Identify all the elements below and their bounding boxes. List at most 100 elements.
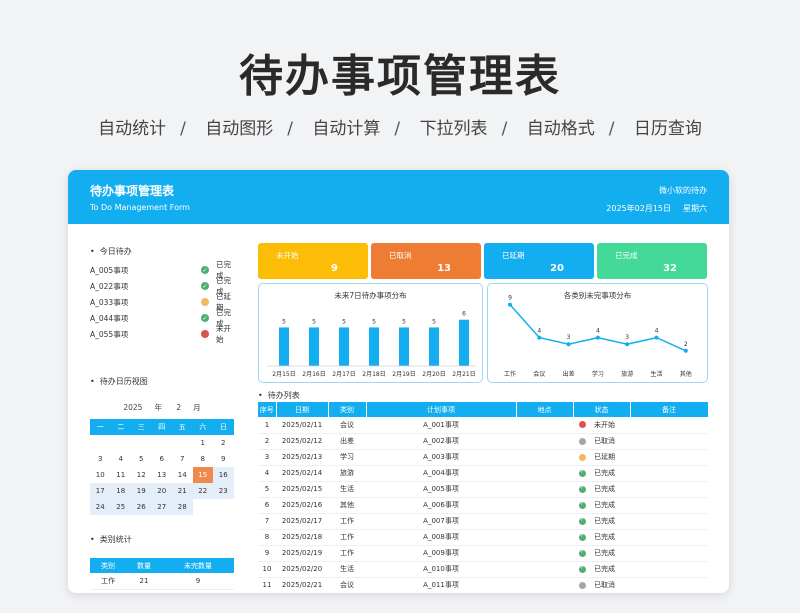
x-tick-label: 学习 [592, 370, 604, 378]
table-row[interactable]: 2 2025/02/12 出差 A_002事项 已取消 [258, 433, 708, 450]
stat-card[interactable]: 已延期 20 [484, 243, 594, 279]
row-status[interactable]: 已取消 [573, 577, 630, 593]
calendar-day[interactable]: 11 [111, 467, 132, 483]
column-header: 数量 [126, 558, 162, 573]
row-note[interactable] [630, 465, 708, 482]
row-note[interactable] [630, 577, 708, 593]
row-status[interactable]: 已延期 [573, 449, 630, 466]
row-category: 会议 [328, 417, 366, 434]
calendar-day[interactable]: 21 [172, 483, 193, 499]
calendar-day[interactable]: 10 [90, 467, 111, 483]
stat-card[interactable]: 已完成 32 [597, 243, 707, 279]
calendar-day[interactable]: 13 [152, 467, 173, 483]
calendar-month-selector[interactable]: 2025 年 2 月 [90, 402, 234, 413]
row-status[interactable]: 已取消 [573, 433, 630, 450]
table-row[interactable]: 82025/02/18工作A_008事项 已完成 [258, 529, 708, 546]
status-text: 未开始 [594, 420, 615, 429]
stat-value: 13 [437, 263, 451, 274]
row-place [516, 481, 573, 498]
feature-item: 自动格式 [526, 119, 595, 139]
row-note[interactable] [630, 417, 708, 434]
calendar-day[interactable]: 12 [131, 467, 152, 483]
calendar-day[interactable]: 1 [193, 435, 214, 451]
feature-separator: / [608, 119, 615, 139]
bar [459, 319, 469, 366]
status-dot-icon [579, 501, 586, 509]
stat-card[interactable]: 未开始 9 [258, 243, 368, 279]
category-section-title: 类别统计 [90, 534, 132, 545]
status-dot-icon [579, 581, 586, 589]
row-note[interactable] [630, 529, 708, 546]
row-status[interactable]: 未开始 [573, 417, 630, 434]
table-row[interactable]: 102025/02/20生活A_010事项 已完成 [258, 561, 708, 578]
calendar-day[interactable]: 17 [90, 483, 111, 499]
calendar-day[interactable]: 23 [213, 483, 234, 499]
status-dot-icon: ✓ [201, 266, 209, 274]
bar [339, 327, 349, 366]
feature-list: 自动统计 / 自动图形 / 自动计算 / 下拉列表 / 自动格式 / 日历查询 [0, 114, 800, 139]
row-status[interactable]: 已完成 [573, 465, 630, 482]
row-note[interactable] [630, 449, 708, 466]
calendar-day[interactable]: 2 [213, 435, 234, 451]
calendar-day[interactable]: 28 [172, 499, 193, 515]
calendar-day[interactable]: 24 [90, 499, 111, 515]
current-date: 2025年02月15日 星期六 [594, 203, 707, 214]
today-item[interactable]: A_055事项 未开始 [90, 324, 238, 344]
row-status[interactable]: 已完成 [573, 481, 630, 498]
calendar-day[interactable]: 27 [151, 499, 172, 515]
row-date: 2025/02/20 [276, 561, 328, 578]
row-note[interactable] [630, 481, 708, 498]
bar-value-label: 5 [402, 318, 406, 325]
calendar-month-unit: 月 [193, 403, 201, 412]
row-number: 11 [258, 577, 276, 593]
table-row[interactable]: 52025/02/15生活A_005事项 已完成 [258, 481, 708, 498]
calendar-day[interactable]: 15 [192, 467, 213, 483]
table-row[interactable]: 72025/02/17工作A_007事项 已完成 [258, 513, 708, 530]
calendar-day[interactable]: 5 [131, 451, 152, 467]
row-note[interactable] [630, 545, 708, 562]
calendar-day[interactable]: 8 [193, 451, 214, 467]
row-note[interactable] [630, 513, 708, 530]
table-row[interactable]: 11 2025/02/21 会议 A_011事项 已取消 [258, 577, 708, 593]
todo-section-title: 待办列表 [258, 390, 300, 401]
row-status[interactable]: 已完成 [573, 513, 630, 530]
stat-card[interactable]: 已取消 13 [371, 243, 481, 279]
calendar-day[interactable]: 26 [131, 499, 152, 515]
calendar-day[interactable]: 14 [172, 467, 193, 483]
calendar-day[interactable]: 25 [110, 499, 131, 515]
calendar-day[interactable]: 16 [213, 467, 234, 483]
point-value-label: 4 [655, 328, 659, 335]
calendar-grid: 一二三四五六日 1 2 3 4 5 6 7 8 9 10 11 12 13 14 15 16 17 18 19 20 21… [90, 419, 234, 515]
status-dot-icon [579, 565, 586, 573]
calendar-day[interactable]: 20 [151, 483, 172, 499]
calendar-day[interactable]: 9 [213, 451, 234, 467]
calendar-day[interactable]: 4 [111, 451, 132, 467]
row-note[interactable] [630, 433, 708, 450]
calendar-day[interactable]: 22 [192, 483, 213, 499]
calendar-day[interactable]: 7 [172, 451, 193, 467]
calendar-day[interactable]: 19 [131, 483, 152, 499]
table-row[interactable]: 3 2025/02/13 学习 A_003事项 已延期 [258, 449, 708, 466]
calendar-day[interactable]: 3 [90, 451, 111, 467]
calendar-day[interactable]: 18 [110, 483, 131, 499]
status-dot-icon [579, 533, 586, 541]
row-status[interactable]: 已完成 [573, 497, 630, 514]
table-cell: 9 [162, 573, 234, 590]
today-item-name: A_055事项 [90, 329, 129, 339]
row-status[interactable]: 已完成 [573, 561, 630, 578]
point-value-label: 3 [625, 334, 629, 341]
row-note[interactable] [630, 561, 708, 578]
row-place [516, 449, 573, 466]
table-row[interactable]: 1 2025/02/11 会议 A_001事项 未开始 [258, 417, 708, 434]
table-row[interactable]: 42025/02/14旅游A_004事项 已完成 [258, 465, 708, 482]
stat-label: 已取消 [389, 251, 412, 260]
table-row[interactable]: 62025/02/16其他A_006事项 已完成 [258, 497, 708, 514]
row-date: 2025/02/17 [276, 513, 328, 530]
calendar-weekday: 二 [110, 419, 131, 435]
row-number: 4 [258, 465, 276, 482]
row-status[interactable]: 已完成 [573, 529, 630, 546]
row-note[interactable] [630, 497, 708, 514]
row-status[interactable]: 已完成 [573, 545, 630, 562]
table-row[interactable]: 92025/02/19工作A_009事项 已完成 [258, 545, 708, 562]
calendar-day[interactable]: 6 [152, 451, 173, 467]
